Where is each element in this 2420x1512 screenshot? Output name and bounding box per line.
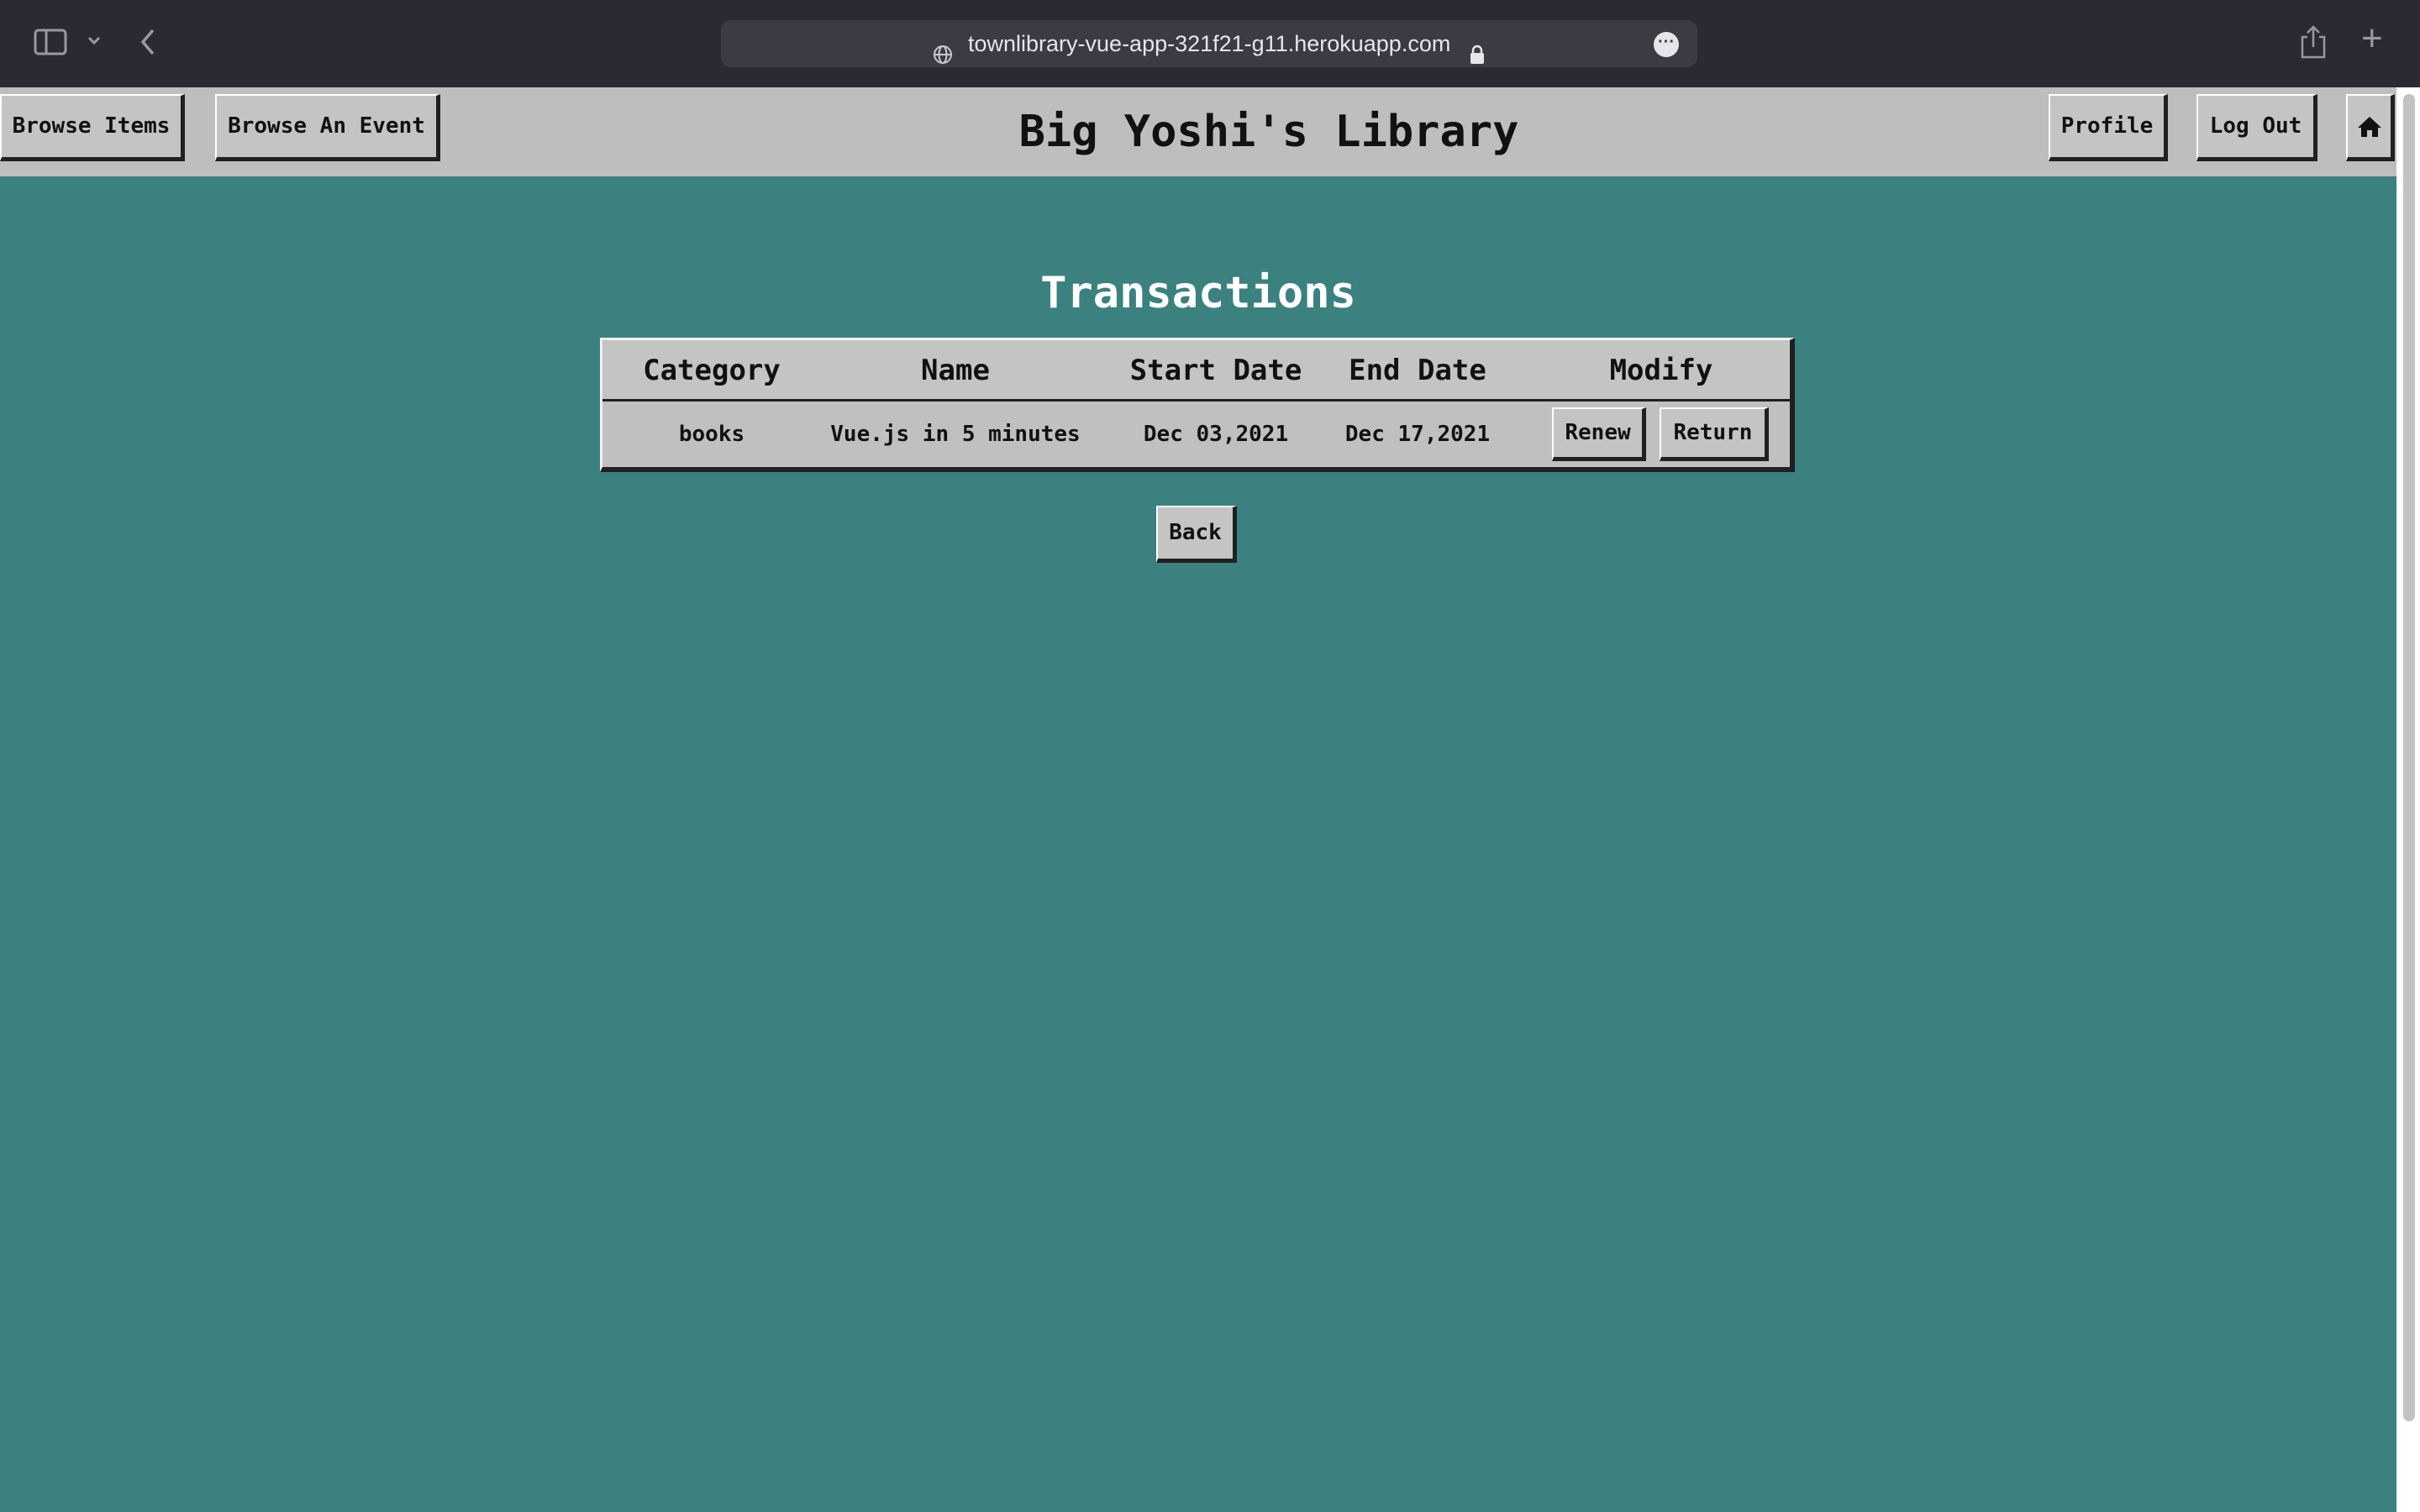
home-button[interactable] — [2346, 94, 2395, 161]
browser-toolbar: townlibrary-vue-app-321f21-g11.herokuapp… — [0, 0, 2420, 87]
table-header: Category Name Start Date End Date Modify — [602, 340, 1790, 402]
home-icon — [2357, 113, 2382, 139]
app-header: Browse Items Browse An Event Big Yoshi's… — [0, 87, 2396, 176]
column-header-modify: Modify — [1609, 354, 1713, 387]
back-arrow-icon[interactable] — [138, 25, 158, 63]
transactions-heading: Transactions — [1040, 268, 1356, 318]
column-header-start-date: Start Date — [1129, 354, 1302, 387]
column-header-name: Name — [921, 354, 990, 387]
page-title: Big Yoshi's Library — [1018, 107, 1519, 157]
column-header-category: Category — [643, 354, 781, 387]
more-icon[interactable]: ··· — [1654, 32, 1679, 57]
address-bar[interactable]: townlibrary-vue-app-321f21-g11.herokuapp… — [721, 20, 1697, 67]
return-button[interactable]: Return — [1660, 407, 1769, 461]
profile-button[interactable]: Profile — [2049, 94, 2168, 161]
cell-start-date: Dec 03,2021 — [1143, 422, 1289, 447]
lock-icon — [1469, 34, 1486, 81]
cell-name: Vue.js in 5 minutes — [830, 422, 1081, 447]
column-header-end-date: End Date — [1349, 354, 1486, 387]
logout-button[interactable]: Log Out — [2196, 94, 2317, 161]
sidebar-icon[interactable] — [34, 29, 67, 55]
url-text: townlibrary-vue-app-321f21-g11.herokuapp… — [968, 31, 1451, 56]
browse-event-button[interactable]: Browse An Event — [215, 94, 440, 161]
back-button[interactable]: Back — [1156, 506, 1237, 563]
transactions-table: Category Name Start Date End Date Modify… — [600, 338, 1795, 472]
cell-end-date: Dec 17,2021 — [1344, 422, 1491, 447]
globe-icon — [933, 34, 953, 81]
cell-category: books — [678, 422, 745, 447]
scrollbar[interactable] — [2396, 87, 2420, 1512]
share-icon[interactable] — [2299, 25, 2328, 63]
chevron-down-icon[interactable] — [86, 32, 103, 53]
new-tab-icon[interactable]: + — [2361, 20, 2383, 57]
browse-items-button[interactable]: Browse Items — [0, 94, 185, 161]
renew-button[interactable]: Renew — [1552, 407, 1646, 461]
scrollbar-thumb[interactable] — [2403, 94, 2415, 1421]
